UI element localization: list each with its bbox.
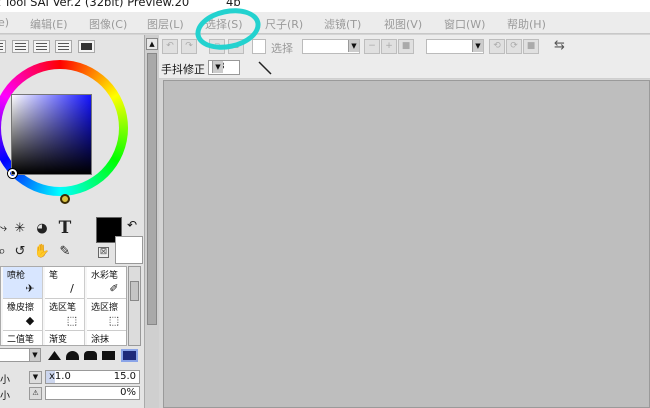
brush-scroll-thumb[interactable] <box>130 281 139 301</box>
sv-cursor[interactable] <box>8 169 17 178</box>
brush-watercolor[interactable]: 水彩笔 ✐ <box>87 267 126 299</box>
line-tool-icon[interactable] <box>256 60 274 76</box>
panel-scrollbar[interactable]: ▲ <box>144 35 159 408</box>
rotation-reset-icon[interactable]: ■ <box>523 39 539 54</box>
zoom-reset-icon[interactable]: ■ <box>398 39 414 54</box>
view-list-icon[interactable] <box>0 40 6 53</box>
menu-file[interactable]: e) <box>0 16 9 29</box>
menu-edit[interactable]: 编辑(E) <box>30 16 68 32</box>
brush-min-slider[interactable]: 0% <box>45 386 140 400</box>
menu-ruler[interactable]: 尺子(R) <box>265 16 303 32</box>
view-list-icon[interactable] <box>12 40 29 53</box>
eyedropper-icon[interactable]: ✎ <box>55 242 75 260</box>
title-bar: t Tool SAI Ver.2 (32bit) Preview.20 4b <box>0 0 650 12</box>
rotation-select[interactable]: ▼ <box>426 39 484 54</box>
brush-list-scrollbar[interactable] <box>128 266 141 346</box>
brush-size-slider[interactable]: x1.0 15.0 <box>45 370 140 384</box>
brush-gradient[interactable]: 渐变 <box>45 331 85 345</box>
toolbar: ↶ ↷ ▫ ▪ 选择 ▼ − + ■ ▼ ⟲ ⟳ ■ ⇆ 手抖修正 13 ▼ <box>159 35 650 79</box>
selection-eraser-icon: ⬚ <box>108 314 120 327</box>
menu-layer[interactable]: 图层(L) <box>147 16 184 32</box>
rotate-icon[interactable]: ↺ <box>10 242 30 260</box>
window-title: t Tool SAI Ver.2 (32bit) Preview.20 <box>0 0 190 9</box>
selection-label: 选择 <box>271 42 293 55</box>
selection-checkbox[interactable] <box>252 39 266 54</box>
menu-view[interactable]: 视图(V) <box>384 16 422 32</box>
panel-scroll-thumb[interactable] <box>147 53 157 325</box>
chevron-down-icon[interactable]: ▼ <box>348 40 359 52</box>
scroll-up-icon[interactable]: ▲ <box>146 38 158 50</box>
brush-min-row: 小 ⚠ 0% <box>0 386 144 402</box>
brush-shape-round[interactable] <box>66 351 79 360</box>
watercolor-brush-icon: ✐ <box>109 282 119 295</box>
reset-colors-icon[interactable]: ⊠ <box>98 247 109 258</box>
brush-list: 喷枪 ✈ 笔 / 水彩笔 ✐ 橡皮擦 ◆ 选区笔 ⬚ 选区擦 ⬚ 二值笔 渐变 <box>0 266 127 346</box>
brush-binary-pen[interactable]: 二值笔 <box>3 331 43 345</box>
stabilizer-select[interactable]: 13 ▼ <box>208 60 240 75</box>
chevron-down-icon[interactable]: ▼ <box>29 349 40 361</box>
hue-cursor[interactable] <box>60 194 70 204</box>
brush-shape-flat[interactable] <box>102 351 115 360</box>
brush-shape-square[interactable] <box>121 349 138 362</box>
zoom-out-icon[interactable]: − <box>364 39 380 54</box>
stabilizer-label: 手抖修正 <box>161 63 205 76</box>
undo-icon[interactable]: ↶ <box>162 39 178 54</box>
menu-select[interactable]: 选择(S) <box>205 16 243 32</box>
invert-selection-icon[interactable]: ▪ <box>228 39 244 54</box>
brush-shape-triangle[interactable] <box>48 351 61 360</box>
brush-shape-row: ▼ <box>0 348 144 364</box>
view-grid-icon[interactable] <box>55 40 72 53</box>
background-color[interactable] <box>115 236 143 264</box>
pen-icon: / <box>70 282 74 295</box>
menu-bar: e) 编辑(E) 图像(C) 图层(L) 选择(S) 尺子(R) 滤镜(T) 视… <box>0 12 650 34</box>
chevron-down-icon[interactable]: ▼ <box>29 371 42 384</box>
saturation-value-square[interactable] <box>11 94 92 175</box>
blend-mode-select[interactable]: ▼ <box>0 348 41 362</box>
chevron-down-icon[interactable]: ▼ <box>472 40 483 52</box>
redo-icon[interactable]: ↷ <box>181 39 197 54</box>
menu-filter[interactable]: 滤镜(T) <box>324 16 361 32</box>
tool-panel: ⤳ ✳ ◕ T ⌕ ↺ ✋ ✎ ↶ ⊠ 喷枪 ✈ 笔 / 水彩笔 ✐ 橡皮擦 ◆… <box>0 35 144 408</box>
hand-icon[interactable]: ✋ <box>32 242 52 260</box>
swap-colors-icon[interactable]: ↶ <box>127 218 137 232</box>
view-list-icon[interactable] <box>33 40 50 53</box>
canvas-area[interactable] <box>163 80 650 408</box>
brush-pen[interactable]: 笔 / <box>45 267 85 299</box>
rotate-left-icon[interactable]: ⟲ <box>489 39 505 54</box>
min-size-icon[interactable]: ⚠ <box>29 387 42 400</box>
chevron-down-icon[interactable]: ▼ <box>212 61 223 73</box>
airbrush-icon: ✈ <box>25 282 35 295</box>
deselect-icon[interactable]: ▫ <box>209 39 225 54</box>
zoom-select[interactable]: ▼ <box>302 39 360 54</box>
selection-pen-icon: ⬚ <box>66 314 78 327</box>
brush-blur[interactable]: 涂抹 <box>87 331 126 345</box>
view-swatch-icon[interactable] <box>78 40 95 53</box>
brush-eraser[interactable]: 橡皮擦 ◆ <box>3 299 43 331</box>
brush-selection-eraser[interactable]: 选区擦 ⬚ <box>87 299 126 331</box>
flip-horizontal-icon[interactable]: ⇆ <box>554 38 565 53</box>
window-title-tail: 4b <box>226 0 241 9</box>
text-tool-icon[interactable]: T <box>55 218 75 238</box>
eraser-icon: ◆ <box>25 314 35 327</box>
menu-window[interactable]: 窗口(W) <box>444 16 485 32</box>
menu-image[interactable]: 图像(C) <box>89 16 127 32</box>
brush-airbrush[interactable]: 喷枪 ✈ <box>3 267 43 299</box>
magic-wand-icon[interactable]: ✳ <box>10 219 30 237</box>
brush-selection-pen[interactable]: 选区笔 ⬚ <box>45 299 85 331</box>
brush-shape-soft[interactable] <box>84 351 97 360</box>
brush-size-row: 小 ▼ x1.0 15.0 <box>0 370 144 386</box>
bucket-icon[interactable]: ◕ <box>32 219 52 237</box>
rotate-right-icon[interactable]: ⟳ <box>506 39 522 54</box>
zoom-in-icon[interactable]: + <box>381 39 397 54</box>
menu-help[interactable]: 帮助(H) <box>507 16 546 32</box>
